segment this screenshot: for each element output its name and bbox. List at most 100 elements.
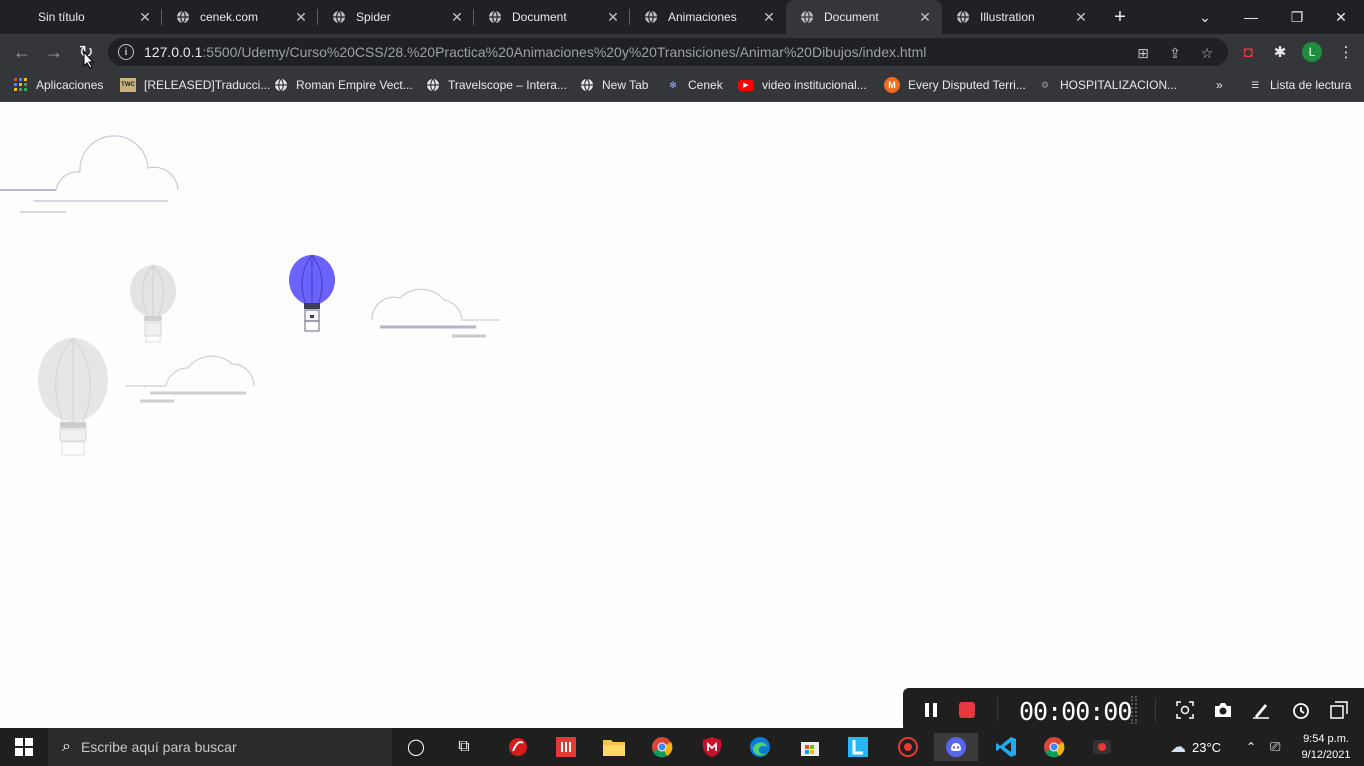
bookmark-video-institucional[interactable]: ▶ video institucional... (738, 70, 867, 100)
tab-cenek[interactable]: cenek.com ✕ (162, 0, 318, 34)
globe-icon (332, 10, 346, 24)
network-icon[interactable]: ⎚ (1270, 728, 1280, 766)
bookmark-apps[interactable]: Aplicaciones (14, 70, 103, 100)
screenshot-region-icon[interactable] (1175, 700, 1195, 720)
weather-widget[interactable]: ☁ 23°C (1170, 728, 1221, 766)
stop-record-button[interactable] (957, 700, 977, 720)
bookmark-new-tab[interactable]: New Tab (580, 70, 648, 100)
app-red-swirl-icon[interactable] (504, 733, 532, 761)
balloon-purple (289, 254, 335, 332)
bookmarks-bar: Aplicaciones TWC [RELEASED]Traducci... R… (0, 70, 1364, 102)
tab-strip: Sin título ✕ cenek.com ✕ Spider ✕ Docume… (0, 0, 1364, 34)
blank-page-icon (14, 10, 28, 24)
tab-sin-titulo[interactable]: Sin título ✕ (0, 0, 162, 34)
clock-time: 9:54 p.m. (1303, 733, 1349, 745)
tab-search-chevron-icon[interactable]: ⌄ (1182, 0, 1228, 34)
close-icon[interactable]: ✕ (292, 8, 310, 26)
app-target-icon[interactable] (894, 733, 922, 761)
share-icon[interactable]: ⇪ (1166, 44, 1184, 62)
apps-grid-icon (14, 78, 28, 92)
bookmark-label: video institucional... (762, 78, 867, 92)
show-hidden-icons-chevron-icon[interactable]: ⌃ (1246, 728, 1256, 766)
close-icon[interactable]: ✕ (916, 8, 934, 26)
app-l-icon[interactable] (844, 733, 872, 761)
cloud (371, 288, 500, 338)
close-icon[interactable]: ✕ (760, 8, 778, 26)
drag-handle[interactable] (1131, 696, 1137, 724)
window-mode-icon[interactable] (1329, 700, 1349, 720)
maximize-button[interactable]: ❐ (1274, 0, 1320, 34)
clock-date: 9/12/2021 (1301, 749, 1351, 761)
microsoft-store-icon[interactable] (796, 733, 824, 761)
bookmark-label: New Tab (602, 78, 649, 92)
new-tab-button[interactable]: + (1108, 5, 1132, 29)
pocket-extension-icon[interactable]: ◘ (1236, 40, 1260, 64)
edge-icon[interactable] (746, 733, 774, 761)
window-close-button[interactable]: ✕ (1318, 0, 1364, 34)
tab-label: Spider (356, 10, 391, 24)
bookmark-star-icon[interactable]: ☆ (1198, 44, 1216, 62)
info-icon[interactable]: i (118, 44, 134, 60)
taskbar-clock[interactable]: 9:54 p.m. 9/12/2021 (1296, 731, 1356, 763)
back-button[interactable]: ← (10, 40, 34, 64)
temperature-text: 23°C (1192, 739, 1222, 755)
tab-label: Illustration (980, 10, 1035, 24)
translate-icon[interactable]: ⊞ (1134, 44, 1152, 62)
mcafee-icon[interactable] (698, 733, 726, 761)
pen-annotate-icon[interactable] (1251, 700, 1271, 720)
reading-list[interactable]: ☰ Lista de lectura (1248, 70, 1351, 100)
cloud (0, 135, 179, 213)
bookmark-label: Aplicaciones (36, 78, 104, 92)
bookmark-label: HOSPITALIZACION... (1060, 78, 1178, 92)
close-icon[interactable]: ✕ (448, 8, 466, 26)
bookmark-hospitalizacion[interactable]: ⚙ HOSPITALIZACION... (1038, 70, 1177, 100)
pause-button[interactable] (921, 700, 941, 720)
timer-clock-icon[interactable] (1291, 700, 1311, 720)
bookmark-cenek[interactable]: ✻ Cenek (666, 70, 722, 100)
browser-toolbar: ← → ↻ i 127.0.0.1:5500/Udemy/Curso%20CSS… (0, 34, 1364, 70)
close-icon[interactable]: ✕ (1072, 8, 1090, 26)
search-placeholder: Escribe aquí para buscar (80, 739, 237, 755)
globe-icon (644, 10, 658, 24)
url-text[interactable]: 127.0.0.1:5500/Udemy/Curso%20CSS/28.%20P… (144, 44, 926, 60)
windows-start-icon[interactable] (10, 733, 38, 761)
bookmark-label: [RELEASED]Traducci... (144, 78, 271, 92)
screen-recorder-bar: 00:00:00 (903, 688, 1364, 732)
screen-recorder-app-icon[interactable] (1088, 733, 1116, 761)
hospital-icon: ⚙ (1040, 79, 1050, 90)
tab-document[interactable]: Document ✕ (474, 0, 630, 34)
camera-icon[interactable] (1213, 700, 1233, 720)
cenek-logo-icon: ✻ (669, 79, 677, 90)
bookmark-every-disputed[interactable]: M Every Disputed Terri... (884, 70, 1026, 100)
taskbar-search-box[interactable]: ⌕ Escribe aquí para buscar (48, 728, 392, 766)
bookmark-roman-empire[interactable]: Roman Empire Vect... (274, 70, 413, 100)
chrome-icon[interactable] (1040, 733, 1068, 761)
minimize-button[interactable]: — (1228, 0, 1274, 34)
profile-avatar[interactable]: L (1302, 42, 1322, 62)
tab-illustration[interactable]: Illustration ✕ (942, 0, 1098, 34)
close-icon[interactable]: ✕ (604, 8, 622, 26)
more-bookmarks-chevron-icon[interactable]: » (1216, 70, 1223, 100)
forward-button[interactable]: → (42, 40, 66, 64)
menu-kebab-icon[interactable]: ⋮ (1334, 40, 1358, 64)
vscode-icon[interactable] (992, 733, 1020, 761)
discord-icon[interactable] (934, 733, 978, 761)
tab-animaciones[interactable]: Animaciones ✕ (630, 0, 786, 34)
task-view-icon[interactable]: ⧉ (450, 733, 478, 761)
address-bar[interactable]: i 127.0.0.1:5500/Udemy/Curso%20CSS/28.%2… (108, 38, 1228, 66)
chrome-icon[interactable] (648, 733, 676, 761)
page-content (0, 51, 1364, 728)
tab-document-active[interactable]: Document ✕ (786, 0, 942, 34)
extensions-puzzle-icon[interactable]: ✱ (1268, 40, 1292, 64)
bookmark-travelscope[interactable]: Travelscope – Intera... (426, 70, 567, 100)
reading-list-icon: ☰ (1250, 79, 1260, 90)
bookmark-released[interactable]: TWC [RELEASED]Traducci... (120, 70, 270, 100)
recording-timer: 00:00:00 (1019, 697, 1132, 726)
balloon-grey-small (130, 264, 176, 343)
tab-spider[interactable]: Spider ✕ (318, 0, 474, 34)
file-explorer-icon[interactable] (600, 733, 628, 761)
app-red-bars-icon[interactable] (552, 733, 580, 761)
globe-icon (956, 10, 970, 24)
close-icon[interactable]: ✕ (136, 8, 154, 26)
cortana-icon[interactable]: ◯ (402, 733, 430, 761)
